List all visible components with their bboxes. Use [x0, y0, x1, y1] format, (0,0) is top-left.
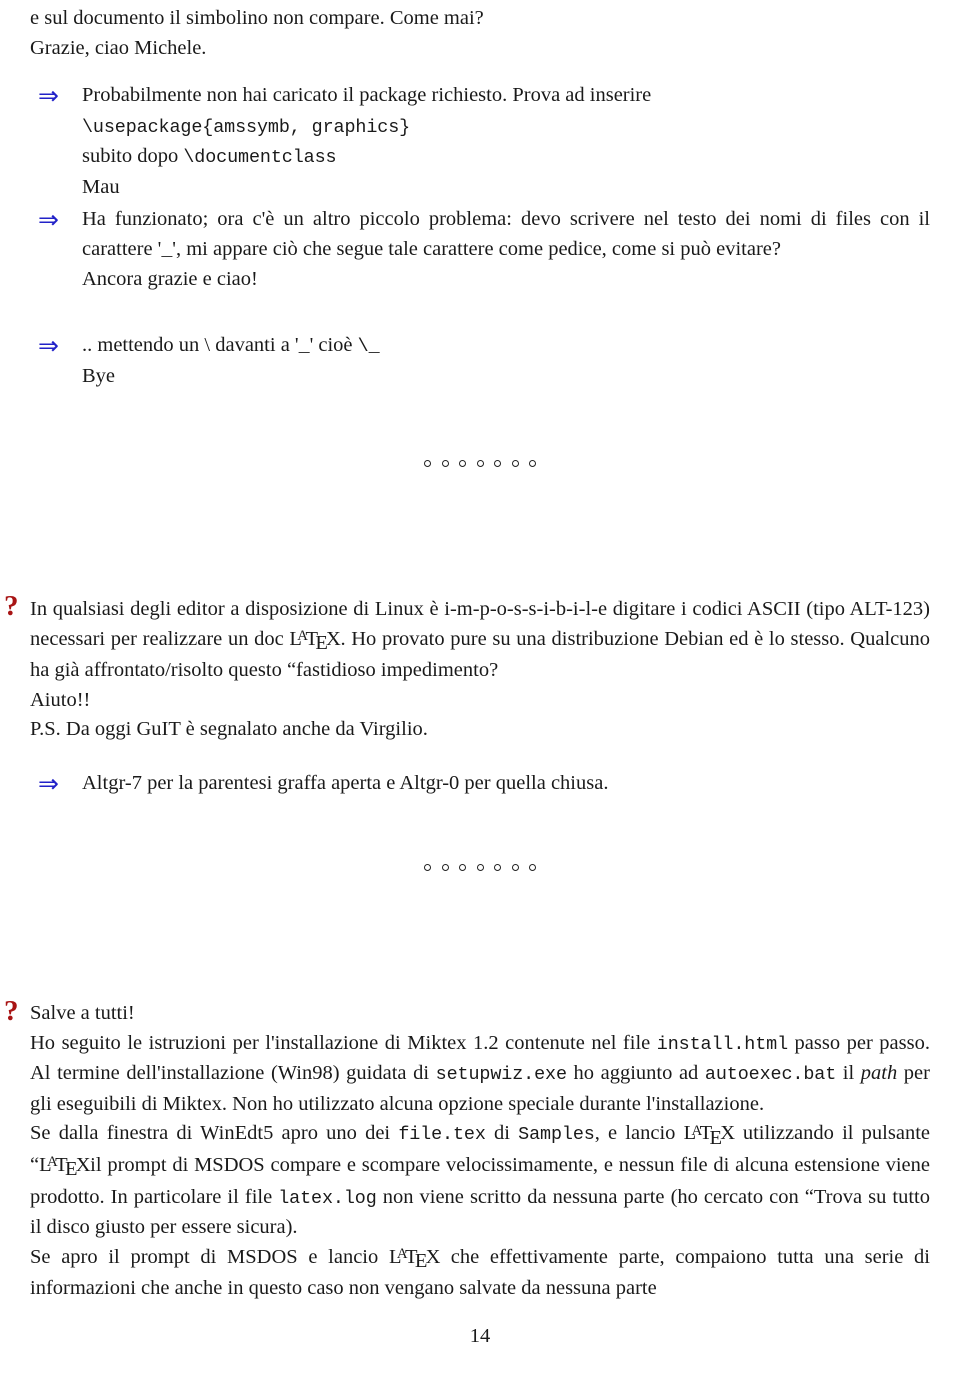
separator-dot-icon: [441, 864, 449, 871]
separator-dot-icon: [441, 460, 449, 467]
separator-dots: [0, 460, 960, 467]
message-7-greeting: Salve a tutti!: [30, 1002, 135, 1024]
separator-dot-icon: [476, 864, 484, 871]
underscore-code: _: [161, 239, 173, 261]
separator-dot-icon: [529, 864, 536, 871]
message-6-body: Altgr-7 per la parentesi graffa aperta e…: [82, 769, 930, 799]
question-marker-icon: ?: [4, 995, 19, 1027]
install-html-code: install.html: [656, 1033, 789, 1055]
message-7-paragraph-2: Se dalla finestra di WinEdt5 apro uno de…: [30, 1119, 930, 1242]
message-7-body: Salve a tutti! Ho seguito le istruzioni …: [30, 999, 930, 1304]
separator-dot-icon: [459, 864, 466, 871]
document-page: e sul documento il simbolino non compare…: [0, 0, 960, 1379]
message-3-paragraph: Ha funzionato; ora c'è un altro piccolo …: [82, 205, 930, 265]
message-7-paragraph-1: Ho seguito le istruzioni per l'installaz…: [30, 1029, 930, 1120]
latex-logo: LATEX: [388, 1245, 441, 1273]
path-italic: path: [860, 1062, 898, 1085]
continuation-line-2: Grazie, ciao Michele.: [30, 36, 207, 59]
message-4-line: .. mettendo un \ davanti a '_' cioè \_: [82, 331, 930, 362]
m7-p1-a: Ho seguito le istruzioni per l'installaz…: [30, 1031, 657, 1054]
separator-dot-icon: [511, 864, 519, 871]
usepackage-code: \usepackage{amssymb, graphics}: [82, 116, 411, 138]
separator-dots: [0, 864, 960, 871]
samples-code: Samples: [518, 1124, 595, 1146]
continuation-line-1: e sul documento il simbolino non compare…: [30, 7, 484, 29]
message-5-paragraph: In qualsiasi degli editor a disposizione…: [30, 595, 930, 686]
m7-p3-a: Se apro il prompt di MSDOS e lancio: [30, 1245, 389, 1268]
message-4-text-1: .. mettendo un \ davanti a ': [82, 334, 299, 356]
m7-p2-c: , e lancio: [594, 1122, 684, 1145]
arrow-marker-icon: ⇒: [38, 331, 59, 360]
message-2-line-1: Probabilmente non hai caricato il packag…: [82, 81, 930, 111]
page-number: 14: [469, 1325, 491, 1347]
separator-dot-icon: [494, 864, 501, 871]
message-5-line-aiuto: Aiuto!!: [30, 688, 91, 711]
arrow-marker-icon: ⇒: [38, 769, 59, 798]
message-5-body: In qualsiasi degli editor a disposizione…: [30, 595, 930, 745]
m7-p1-c: ho aggiunto ad: [566, 1062, 705, 1085]
separator-dot-icon: [511, 460, 519, 467]
backslash-underscore-code: \_: [357, 336, 380, 357]
message-continuation-text: e sul documento il simbolino non compare…: [30, 4, 930, 63]
message-6-line: Altgr-7 per la parentesi graffa aperta e…: [82, 772, 609, 794]
separator-dot-icon: [424, 460, 431, 467]
message-3-body: Ha funzionato; ora c'è un altro piccolo …: [82, 205, 930, 295]
message-2-line-2: subito dopo \documentclass: [82, 142, 930, 173]
message-5-line-ps: P.S. Da oggi GuIT è segnalato anche da V…: [30, 718, 428, 741]
separator-dot-icon: [476, 460, 484, 467]
autoexec-bat-code: autoexec.bat: [704, 1064, 837, 1086]
latex-logo: LATEX: [39, 1153, 91, 1181]
m7-p1-d: il: [836, 1062, 861, 1085]
message-2-text-2: subito dopo: [82, 145, 184, 168]
message-4-signature: Bye: [82, 364, 116, 387]
message-3-signature: Ancora grazie e ciao!: [82, 268, 258, 291]
question-marker-icon: ?: [4, 590, 19, 622]
documentclass-code: \documentclass: [183, 147, 337, 169]
message-2-text-1: Probabilmente non hai caricato il packag…: [82, 84, 652, 106]
latex-logo: LATEX: [683, 1122, 735, 1149]
m7-p2-b: di: [485, 1122, 519, 1145]
message-3-text-2: ', mi appare ciò che segue tale caratter…: [172, 237, 781, 260]
separator-dot-icon: [494, 460, 501, 467]
separator-dot-icon: [459, 460, 466, 467]
message-2-code-line: \usepackage{amssymb, graphics}: [82, 112, 930, 143]
separator-dot-icon: [529, 460, 536, 467]
message-4-text-2: ' cioè: [309, 334, 358, 356]
latex-log-code: latex.log: [278, 1187, 377, 1209]
message-4-body: .. mettendo un \ davanti a '_' cioè \_ B…: [82, 331, 930, 391]
arrow-marker-icon: ⇒: [38, 81, 59, 110]
arrow-marker-icon: ⇒: [38, 205, 59, 234]
message-2-signature: Mau: [82, 175, 120, 198]
m7-p2-a: Se dalla finestra di WinEdt5 apro uno de…: [30, 1122, 399, 1145]
latex-logo: LATEX: [289, 627, 341, 655]
message-7-paragraph-3: Se apro il prompt di MSDOS e lancio LATE…: [30, 1243, 930, 1304]
underscore-code: _: [298, 336, 310, 357]
setupwiz-exe-code: setupwiz.exe: [435, 1064, 567, 1086]
file-tex-code: file.tex: [398, 1124, 486, 1146]
separator-dot-icon: [424, 864, 431, 871]
message-2-body: Probabilmente non hai caricato il packag…: [82, 81, 930, 202]
